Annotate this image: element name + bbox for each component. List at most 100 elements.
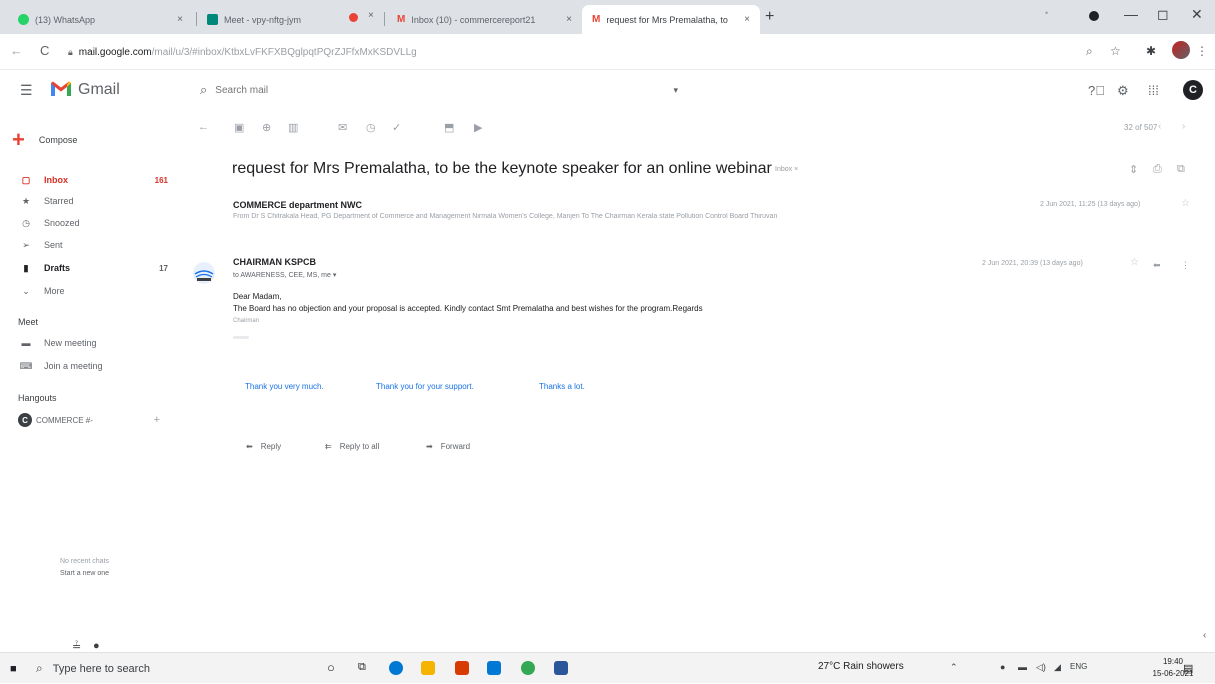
address-bar[interactable]: 🔒︎ mail.google.com /mail/u/3/#inbox/Ktbx… [68, 40, 1078, 64]
sidebar-item-snoozed[interactable]: ◷ Snoozed [18, 214, 168, 232]
sender-name[interactable]: COMMERCE department NWC [233, 200, 362, 210]
close-icon[interactable]: × [169, 14, 183, 25]
help-icon[interactable]: ?⃝ [1088, 83, 1105, 98]
new-tab-button[interactable]: + [765, 8, 774, 26]
tab-inbox[interactable]: M Inbox (10) - commercereport21 × [387, 5, 582, 34]
label-chip[interactable]: Inbox × [775, 166, 798, 173]
search-icon[interactable]: ⌕ [200, 82, 207, 98]
browser-menu-icon[interactable]: ⋮ [1196, 44, 1208, 58]
show-trimmed-content-button[interactable] [233, 336, 249, 339]
add-task-icon[interactable]: ✓ [392, 121, 401, 134]
extension-icon[interactable] [1089, 11, 1099, 21]
sidebar-item-sent[interactable]: ➢ Sent [18, 236, 168, 254]
zoom-icon[interactable]: ⌕ [1086, 44, 1093, 59]
smart-reply-chip[interactable]: Thank you for your support. [376, 382, 474, 391]
kspcb-logo-icon [193, 262, 215, 284]
forward-label: Forward [440, 441, 471, 451]
notifications-icon[interactable]: ▤ [1183, 662, 1193, 675]
gmail-logo-icon[interactable] [50, 80, 72, 97]
start-new-chat-link[interactable]: Start a new one [60, 570, 109, 577]
recipients-line[interactable]: to AWARENESS, CEE, MS, me ▾ [233, 271, 336, 279]
tab-search-icon[interactable]: • [1045, 8, 1048, 18]
archive-icon[interactable]: ▣ [234, 121, 244, 134]
office-icon[interactable] [455, 661, 469, 675]
more-options-icon[interactable]: ⋮ [1181, 260, 1190, 271]
label-icon[interactable]: ▶ [474, 121, 482, 134]
task-view-icon[interactable]: ⧉ [358, 661, 366, 674]
reload-icon[interactable]: C [40, 43, 49, 58]
new-meeting-button[interactable]: ▬ New meeting [18, 334, 168, 352]
print-icon[interactable]: ⎙ [1153, 163, 1162, 176]
volume-icon[interactable]: ◁) [1036, 662, 1046, 673]
taskbar-search-box[interactable]: ⌕ Type here to search [36, 653, 296, 684]
cortana-icon[interactable]: ○ [327, 660, 335, 675]
reply-all-button[interactable]: ⇇ Reply to all [325, 440, 379, 452]
extensions-puzzle-icon[interactable]: ✱ [1146, 44, 1156, 58]
compose-button[interactable]: + Compose [12, 125, 77, 155]
search-options-icon[interactable]: ▾ [673, 85, 690, 96]
edge-icon[interactable] [389, 661, 403, 675]
settings-gear-icon[interactable]: ⚙ [1117, 83, 1129, 99]
tray-chevron-icon[interactable]: ⌃ [950, 662, 958, 673]
delete-icon[interactable]: ▥ [288, 121, 298, 134]
back-to-inbox-icon[interactable]: ← [198, 121, 209, 133]
snooze-icon[interactable]: ◷ [366, 121, 376, 134]
close-icon[interactable]: × [558, 14, 572, 25]
battery-icon[interactable]: ▬ [1018, 662, 1027, 672]
sidebar-item-more[interactable]: ⌄ More [18, 282, 168, 300]
account-avatar[interactable]: C [1183, 80, 1203, 100]
sender-name[interactable]: CHAIRMAN KSPCB [233, 257, 316, 267]
star-icon[interactable]: ☆ [1130, 257, 1139, 268]
forward-button[interactable]: ➡ Forward [426, 440, 470, 452]
bookmark-star-icon[interactable]: ☆ [1110, 44, 1121, 58]
search-input[interactable] [215, 84, 636, 96]
weather-widget[interactable]: 27°C Rain showers [818, 661, 904, 672]
file-explorer-icon[interactable] [421, 661, 435, 675]
browser-profile-avatar[interactable] [1172, 41, 1190, 59]
sidebar-item-drafts[interactable]: ▮ Drafts 17 [18, 259, 168, 277]
sidebar-item-starred[interactable]: ★ Starred [18, 192, 168, 210]
close-icon[interactable]: × [736, 14, 750, 25]
star-icon[interactable]: ☆ [1181, 198, 1190, 209]
close-icon[interactable]: × [368, 10, 374, 21]
minimize-button[interactable]: — [1124, 6, 1138, 22]
mic-icon[interactable]: ● [1000, 662, 1005, 672]
mail-icon[interactable] [487, 661, 501, 675]
report-spam-icon[interactable]: ⊕ [262, 121, 271, 134]
hangouts-contact[interactable]: C COMMERCE #- + [18, 413, 168, 427]
mark-unread-icon[interactable]: ✉ [338, 121, 347, 134]
word-icon[interactable] [554, 661, 568, 675]
move-to-icon[interactable]: ⬒ [444, 121, 454, 134]
back-arrow-icon[interactable]: ← [10, 43, 23, 58]
no-recent-chats-text: No recent chats [60, 558, 110, 565]
clock-icon: ◷ [22, 217, 30, 228]
chevron-left-icon[interactable]: ‹ [1158, 121, 1161, 132]
chrome-icon[interactable] [521, 661, 535, 675]
unread-count-badge: 161 [154, 175, 168, 185]
window-close-button[interactable]: ✕ [1191, 6, 1203, 23]
reply-button[interactable]: ⬅ Reply [246, 440, 281, 452]
open-new-window-icon[interactable]: ⧉ [1177, 163, 1185, 176]
sidebar-item-label: Starred [44, 196, 74, 206]
join-meeting-button[interactable]: ⌨ Join a meeting [18, 357, 168, 375]
language-indicator[interactable]: ENG [1070, 662, 1087, 671]
side-panel-toggle-icon[interactable]: ‹ [1203, 630, 1206, 641]
restore-button[interactable]: ◻ [1157, 6, 1169, 23]
apps-grid-icon[interactable]: ⁞⁞⁞ [1148, 83, 1159, 98]
smart-reply-chip[interactable]: Thank you very much. [245, 382, 324, 391]
network-icon[interactable]: ◢ [1054, 662, 1061, 673]
chevron-right-icon[interactable]: › [1182, 121, 1185, 132]
sidebar-item-inbox[interactable]: ▢ Inbox 161 [18, 171, 168, 189]
reply-icon[interactable]: ⬅ [1153, 260, 1161, 271]
tab-whatsapp[interactable]: (13) WhatsApp × [8, 5, 193, 34]
expand-all-icon[interactable]: ⇕ [1129, 163, 1138, 176]
windows-start-icon[interactable]: ■ [10, 663, 17, 675]
tab-meet[interactable]: Meet - vpy-nftg-jym [197, 5, 387, 34]
smart-reply-chip[interactable]: Thanks a lot. [539, 382, 585, 391]
location-pin-icon[interactable]: ● [93, 640, 100, 652]
add-contact-icon[interactable]: + [154, 414, 160, 426]
tab-request[interactable]: M request for Mrs Premalatha, to × [582, 5, 760, 34]
search-bar[interactable]: ⌕ ▾ [190, 76, 690, 104]
message-snippet[interactable]: From Dr S Chitrakala Head, PG Department… [233, 213, 968, 220]
main-menu-icon[interactable]: ☰ [20, 82, 33, 99]
